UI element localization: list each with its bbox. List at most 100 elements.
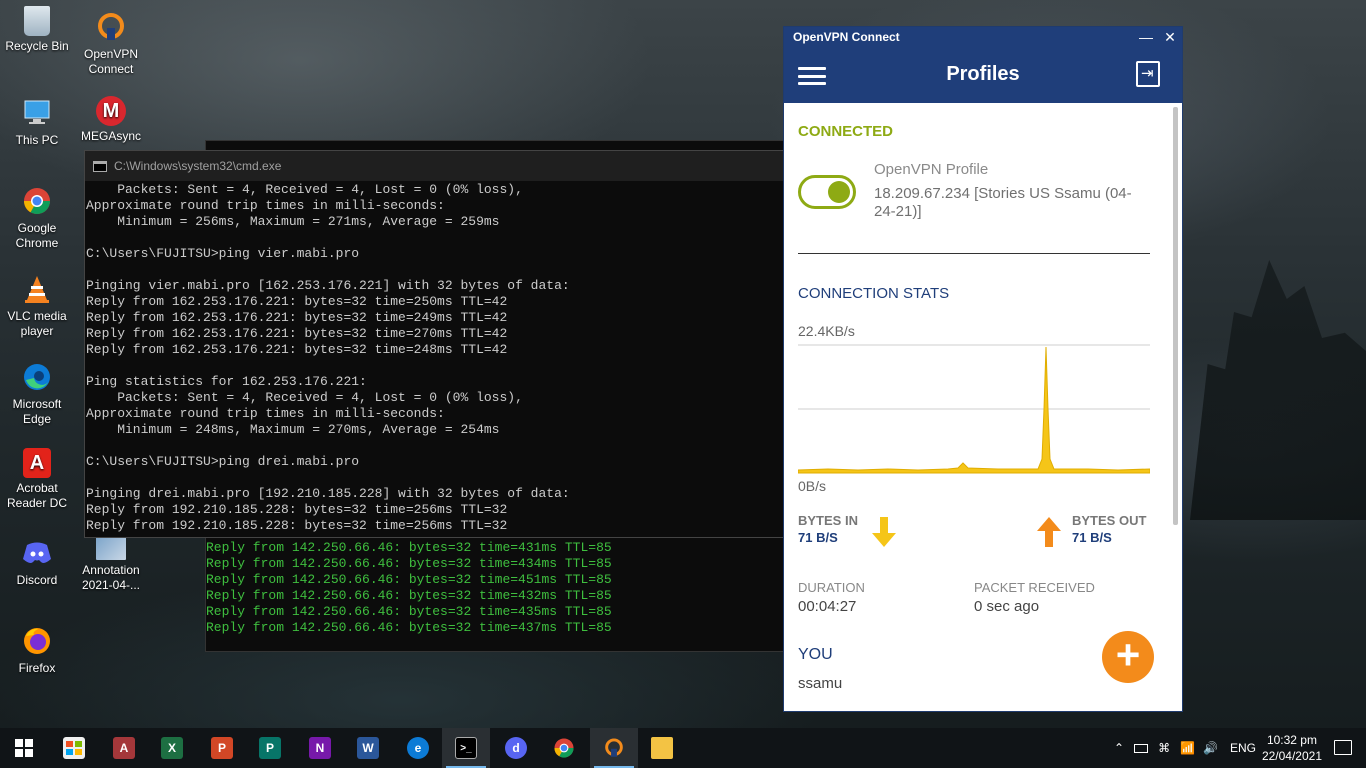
openvpn-window[interactable]: OpenVPN Connect — ✕ Profiles CONNECTED O… [783,26,1183,712]
notification-icon[interactable] [1334,740,1352,755]
chrome-icon [20,184,54,218]
access-icon: A [113,737,135,759]
folder-icon [651,737,673,759]
language-indicator[interactable]: ENG [1230,741,1256,755]
add-profile-button[interactable]: + [1102,631,1154,683]
scrollbar[interactable] [1173,107,1178,525]
desktop-icon-label: Acrobat Reader DC [6,481,68,510]
openvpn-icon [94,10,128,44]
edge-icon [20,360,54,394]
vlc-icon [20,272,54,306]
you-label: YOU [798,646,833,663]
desktop-icon-openvpn[interactable]: OpenVPN Connect [74,10,148,77]
clock-time: 10:32 pm [1266,733,1317,747]
word-icon: W [357,737,379,759]
cmd-output[interactable]: Packets: Sent = 4, Received = 4, Lost = … [85,181,783,534]
taskbar-openvpn[interactable] [590,728,638,768]
desktop-icon-firefox[interactable]: Firefox [0,624,74,676]
output-line: Reply from 142.250.66.46: bytes=32 time=… [206,556,612,571]
output-line: Reply from 142.250.66.46: bytes=32 time=… [206,572,612,587]
cmd-window[interactable]: C:\Windows\system32\cmd.exe Packets: Sen… [84,150,784,538]
graph-min-label: 0B/s [798,478,827,494]
bytes-in-value: 71 B/S [798,530,838,545]
username: ssamu [798,675,843,692]
cmd-background-output: Reply from 142.250.66.46: bytes=32 time=… [206,540,782,636]
arrow-up-icon [1037,517,1061,547]
desktop-icon-label: VLC media player [7,309,67,338]
vpn-titlebar[interactable]: OpenVPN Connect — ✕ [784,27,1182,47]
chrome-icon [554,738,574,758]
taskbar-onenote[interactable]: N [296,728,344,768]
desktop-icon-this-pc[interactable]: This PC [0,96,74,148]
clock-date: 22/04/2021 [1261,749,1322,763]
network-icon[interactable]: ⌘ [1158,741,1170,755]
import-profile-icon[interactable] [1136,61,1160,87]
desktop-icon-label: Firefox [18,661,56,675]
arrow-down-icon [872,517,896,547]
packet-received-value: 0 sec ago [974,598,1040,615]
output-line: Reply from 142.250.66.46: bytes=32 time=… [206,540,612,555]
connection-status: CONNECTED [798,123,894,140]
desktop-icon-vlc[interactable]: VLC media player [0,272,74,339]
profile-name[interactable]: OpenVPN Profile [874,161,988,178]
taskbar-excel[interactable]: X [148,728,196,768]
taskbar-powerpoint[interactable]: P [198,728,246,768]
desktop-icon-chrome[interactable]: Google Chrome [0,184,74,251]
cmd-titlebar[interactable]: C:\Windows\system32\cmd.exe [85,151,783,181]
taskbar-edge[interactable]: e [394,728,442,768]
cmd-title: C:\Windows\system32\cmd.exe [114,159,282,173]
this-pc-icon [20,96,54,130]
bytes-in-label: BYTES IN [798,513,858,528]
discord-icon [20,536,54,570]
profile-server[interactable]: 18.209.67.234 [Stories US Ssamu (04-24-2… [874,185,1144,221]
start-button[interactable] [0,728,48,768]
onenote-icon: N [309,737,331,759]
page-title: Profiles [946,63,1020,85]
chevron-up-icon[interactable]: ⌃ [1114,741,1124,755]
desktop-icon-edge[interactable]: Microsoft Edge [0,360,74,427]
desktop-icon-label: Discord [16,573,58,587]
desktop-icon-label: This PC [15,133,59,147]
desktop-icon-discord[interactable]: Discord [0,536,74,588]
excel-icon: X [161,737,183,759]
traffic-graph [798,344,1150,474]
volume-icon[interactable]: 🔊 [1203,741,1218,755]
desktop-icon-label: OpenVPN Connect [83,47,139,76]
output-line: Reply from 142.250.66.46: bytes=32 time=… [206,620,612,635]
desktop-icon-megasync[interactable]: M MEGAsync [74,96,148,144]
output-line: Reply from 142.250.66.46: bytes=32 time=… [206,604,612,619]
desktop-icon-label: Google Chrome [15,221,59,250]
desktop-icon-label: Microsoft Edge [12,397,62,426]
minimize-button[interactable]: — [1134,27,1158,47]
desktop-icon-label: MEGAsync [80,129,141,143]
taskbar-explorer[interactable] [638,728,686,768]
battery-icon[interactable] [1134,743,1149,753]
output-line: Reply from 142.250.66.46: bytes=32 time=… [206,588,612,603]
mega-icon: M [96,96,126,126]
taskbar-publisher[interactable]: P [246,728,294,768]
packet-received-label: PACKET RECEIVED [974,580,1095,595]
desktop-icon-annotation[interactable]: Annotation 2021-04-... [74,536,148,593]
desktop-icon-label: Recycle Bin [5,39,69,53]
recycle-bin-icon [24,6,50,36]
wifi-icon[interactable]: 📶 [1180,741,1195,755]
bytes-out-label: BYTES OUT [1072,513,1147,528]
windows-icon [15,739,33,757]
taskbar-access[interactable]: A [100,728,148,768]
taskbar-store[interactable] [50,728,98,768]
desktop-icon-recycle-bin[interactable]: Recycle Bin [0,6,74,54]
clock[interactable]: 10:32 pm 22/04/2021 [1262,732,1322,764]
close-button[interactable]: ✕ [1158,27,1182,47]
taskbar-word[interactable]: W [344,728,392,768]
taskbar-discord[interactable]: d [492,728,540,768]
edge-icon: e [407,737,429,759]
taskbar-cmd[interactable]: >_ [442,728,490,768]
desktop-icon-label: Annotation 2021-04-... [81,563,141,592]
acrobat-icon: A [23,448,51,478]
openvpn-icon [605,738,623,757]
taskbar-chrome[interactable] [540,728,588,768]
desktop-icon-acrobat[interactable]: A Acrobat Reader DC [0,448,74,511]
duration-value: 00:04:27 [798,598,857,615]
image-file-icon [96,536,126,560]
connection-toggle[interactable] [798,175,856,209]
